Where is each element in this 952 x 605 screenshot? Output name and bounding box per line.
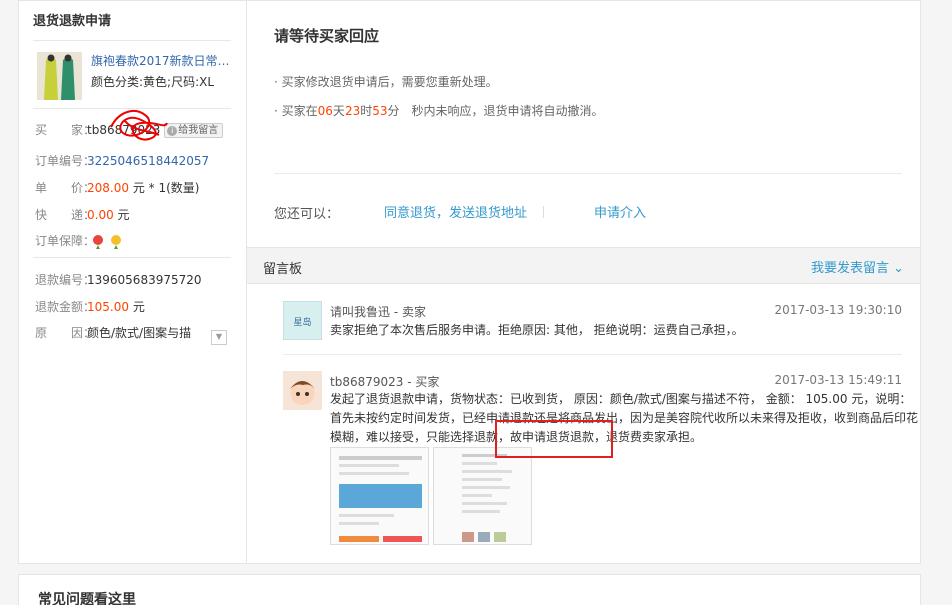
faq-section: 常见问题看这里 [18,574,921,605]
product-spec: 颜色分类:黄色;尺码:XL [91,75,215,89]
divider [33,257,231,258]
message-board-title: 留言板 [263,262,303,277]
refund-number-row: 退款编号：139605683975720 [35,273,202,287]
order-number-row: 订单编号：3225046518442057 [35,154,210,168]
sidebar-title: 退货退款申请 [33,14,112,29]
faq-title: 常见问题看这里 [38,592,136,605]
guarantee-badges-icon[interactable] [91,233,125,249]
refund-number-value: 139605683975720 [87,273,202,287]
refund-amount-row: 退款金额：105.00 元 [35,300,145,314]
request-intervention-link[interactable]: 申请介入 [594,202,646,221]
buyer-avatar[interactable] [283,371,322,410]
chevron-down-icon: ⌄ [893,261,904,276]
status-main: 请等待买家回应 · 买家修改退货申请后，需要您重新处理。 · 买家在06天23时… [247,1,920,563]
reason-value: 颜色/款式/图案与描 [87,326,192,340]
message-time: 2017-03-13 19:30:10 [774,303,902,317]
divider [543,206,544,218]
order-number-link[interactable]: 3225046518442057 [87,154,209,168]
message-time: 2017-03-13 15:49:11 [774,373,902,387]
message-text: 卖家拒绝了本次售后服务申请。拒绝原因: 其他， 拒绝说明：运费自己承担，。 [330,323,744,337]
countdown-hours: 23 [344,104,361,118]
status-note-countdown: · 买家在06天23时53分 秒内未响应，退货申请将自动撤消。 [274,104,604,118]
evidence-image-1[interactable] [330,447,429,545]
countdown-days: 06 [317,104,333,118]
divider [283,354,902,355]
svg-text:星岛: 星岛 [293,316,311,328]
price-row: 单 价：208.00 元 * 1(数量) [35,181,200,195]
divider [33,40,231,41]
product-name-link[interactable]: 旗袍春款2017新款日常显瘦改良 [91,52,233,69]
message-author: tb86879023 - 买家 [330,375,440,389]
refund-panel: 退货退款申请 旗袍春款2017新款日常显瘦改良 颜色分类:黄色;尺码:XL 买 … [18,0,921,564]
post-message-link[interactable]: 我要发表留言 ⌄ [811,257,904,276]
countdown-minutes: 53 [372,104,388,118]
evidence-image-2[interactable] [433,447,532,545]
status-note-modify: · 买家修改退货申请后，需要您重新处理。 [274,75,498,89]
reason-row: 原 因：颜色/款式/图案与描 ▼ [35,324,227,345]
status-title: 请等待买家回应 [274,27,380,45]
message-author: 请叫我鲁迅 - 卖家 [330,305,426,319]
refund-info-sidebar: 退货退款申请 旗袍春款2017新款日常显瘦改良 颜色分类:黄色;尺码:XL 买 … [19,1,247,563]
actions-label: 您还可以： [274,207,340,222]
refund-amount-value: 105.00 [87,300,129,314]
seller-avatar[interactable]: 星岛 [282,300,323,341]
message-board-header: 留言板 我要发表留言 ⌄ [247,247,920,284]
divider [274,173,902,174]
agree-return-link[interactable]: 同意退货，发送退货地址 [384,202,527,221]
message-me-button[interactable]: i 给我留言 [164,123,224,138]
buyer-label: 买 家： [35,123,96,137]
shipping-value: 0.00 [87,208,114,222]
scribble-redaction [110,110,168,141]
highlight-annotation-box [495,420,613,458]
price-value: 208.00 [87,181,129,195]
expand-reason-icon[interactable]: ▼ [210,330,227,345]
shipping-row: 快 递：0.00 元 [35,208,130,222]
product-thumbnail[interactable] [37,52,82,100]
message-text: 发起了退货退款申请，货物状态：已收到货， 原因：颜色/款式/图案与描述不符， 金… [330,392,919,444]
guarantee-row: 订单保障： [35,232,125,249]
